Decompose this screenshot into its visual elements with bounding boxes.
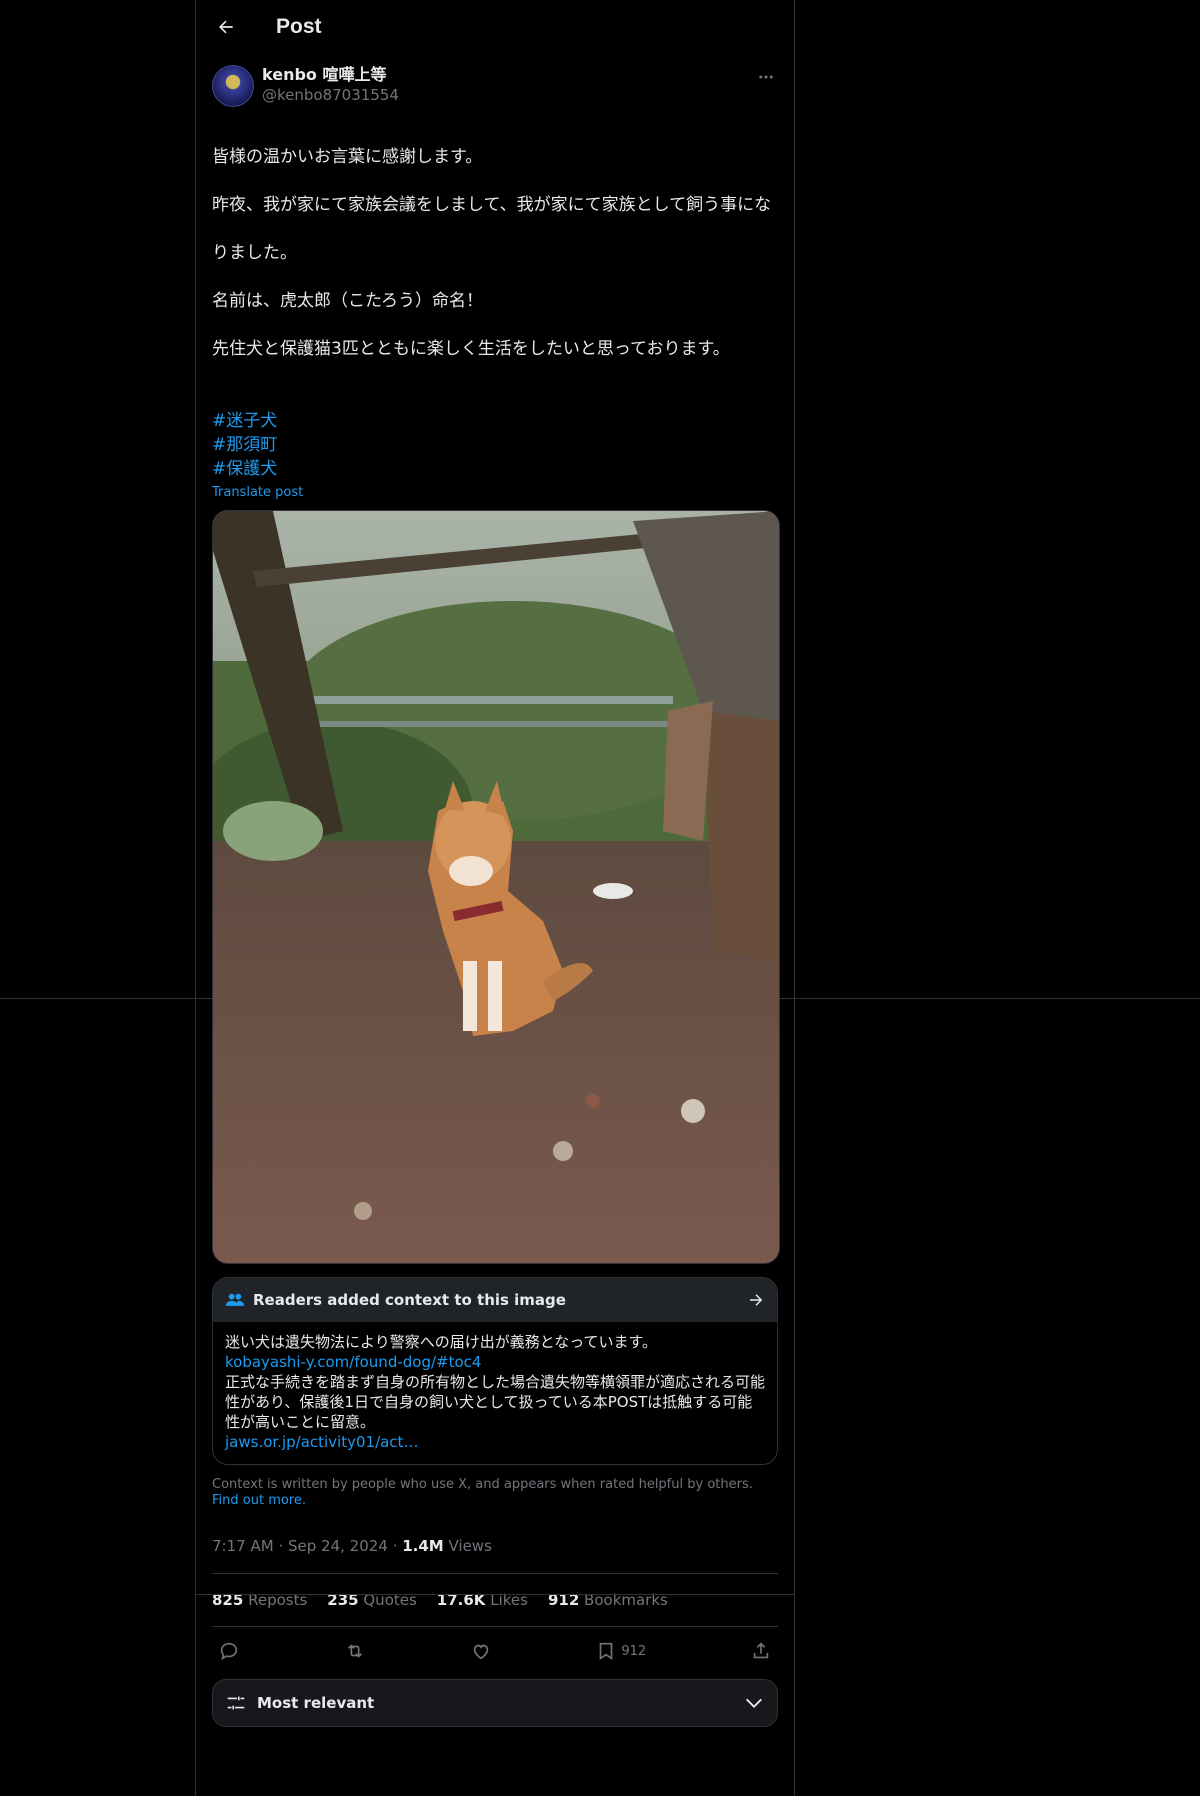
- hashtag-list: #迷子犬 #那須町 #保護犬: [212, 409, 778, 481]
- share-icon: [753, 1642, 769, 1659]
- post-date[interactable]: Sep 24, 2024: [288, 1537, 388, 1555]
- post-photo[interactable]: [212, 510, 780, 1264]
- post-text-line: りました。: [212, 243, 297, 263]
- post-text-line: 名前は、虎太郎（こたろう）命名！: [212, 291, 483, 311]
- like-icon: [473, 1644, 488, 1660]
- post-text-line: 先住犬と保護猫3匹とともに楽しく生活をしたいと思っております。: [212, 339, 730, 359]
- note-text: 正式な手続きを踏まず自身の所有物とした場合遺失物等横領罪が適応される可能性があり…: [225, 1373, 766, 1431]
- post-text-line: 昨夜、我が家にて家族会議をしまして、我が家にて家族として飼う事にな: [212, 195, 772, 215]
- note-text: 迷い犬は遺失物法により警察への届け出が義務となっています。: [225, 1333, 658, 1351]
- community-note[interactable]: Readers added context to this image 迷い犬は…: [212, 1277, 778, 1465]
- note-link[interactable]: jaws.or.jp/activity01/act…: [225, 1432, 765, 1452]
- back-arrow-icon: [219, 20, 233, 33]
- bookmark-count: 912: [621, 1643, 647, 1659]
- avatar[interactable]: [212, 65, 254, 107]
- reply-sort-dropdown[interactable]: Most relevant: [212, 1679, 778, 1727]
- hashtag-link[interactable]: #迷子犬: [212, 409, 778, 433]
- community-note-header[interactable]: Readers added context to this image: [213, 1278, 777, 1322]
- dog-photo-image: [213, 511, 779, 1263]
- post-time[interactable]: 7:17 AM: [212, 1537, 274, 1555]
- separator: ·: [392, 1537, 398, 1555]
- community-note-title: Readers added context to this image: [253, 1291, 566, 1309]
- reply-icon: [220, 1642, 238, 1661]
- hashtag-link[interactable]: #那須町: [212, 433, 778, 457]
- more-icon: [759, 75, 773, 79]
- action-bar: 912: [212, 1627, 778, 1675]
- engagement-stats: 825 Reposts 235 Quotes 17.6K Likes 912 B…: [212, 1574, 778, 1627]
- more-button[interactable]: [754, 69, 778, 85]
- repost-button[interactable]: [344, 1640, 366, 1662]
- post-author: kenbo 喧嘩上等 @kenbo87031554: [212, 65, 778, 107]
- note-footer-text: Context is written by people who use X, …: [212, 1477, 753, 1492]
- share-button[interactable]: [750, 1640, 772, 1662]
- bookmark-button[interactable]: 912: [595, 1640, 646, 1662]
- author-display-name[interactable]: kenbo 喧嘩上等: [262, 65, 399, 85]
- page-title: Post: [276, 14, 322, 38]
- post-meta: 7:17 AM · Sep 24, 2024 · 1.4M Views: [212, 1537, 778, 1574]
- people-icon: [225, 1293, 245, 1306]
- bookmark-icon: [600, 1642, 613, 1660]
- top-bar: Post: [196, 0, 794, 53]
- sort-label: Most relevant: [257, 1694, 375, 1712]
- hashtag-link[interactable]: #保護犬: [212, 457, 778, 481]
- view-count: 1.4M: [402, 1537, 444, 1555]
- like-button[interactable]: [470, 1640, 492, 1662]
- community-note-body: 迷い犬は遺失物法により警察への届け出が義務となっています。 kobayashi-…: [213, 1322, 777, 1464]
- find-out-more-link[interactable]: Find out more.: [212, 1493, 306, 1508]
- back-button[interactable]: [212, 13, 240, 41]
- views-label: Views: [448, 1537, 492, 1555]
- separator: ·: [278, 1537, 284, 1555]
- repost-icon: [347, 1644, 362, 1658]
- section-divider: [196, 1594, 794, 1595]
- community-note-footer: Context is written by people who use X, …: [212, 1477, 778, 1509]
- note-link[interactable]: kobayashi-y.com/found-dog/#toc4: [225, 1352, 765, 1372]
- author-handle[interactable]: @kenbo87031554: [262, 85, 399, 105]
- post-text-line: 皆様の温かいお言葉に感謝します。: [212, 147, 483, 167]
- translate-post-link[interactable]: Translate post: [212, 485, 303, 500]
- post-text: 皆様の温かいお言葉に感謝します。 昨夜、我が家にて家族会議をしまして、我が家にて…: [212, 121, 778, 385]
- chevron-down-icon: [746, 1698, 762, 1708]
- reply-button[interactable]: [218, 1640, 240, 1662]
- sliders-icon: [227, 1696, 245, 1710]
- arrow-right-icon: [750, 1294, 763, 1306]
- main-column: Post kenbo 喧嘩上等 @kenbo87031554 皆様の温かいお言葉…: [195, 0, 795, 1796]
